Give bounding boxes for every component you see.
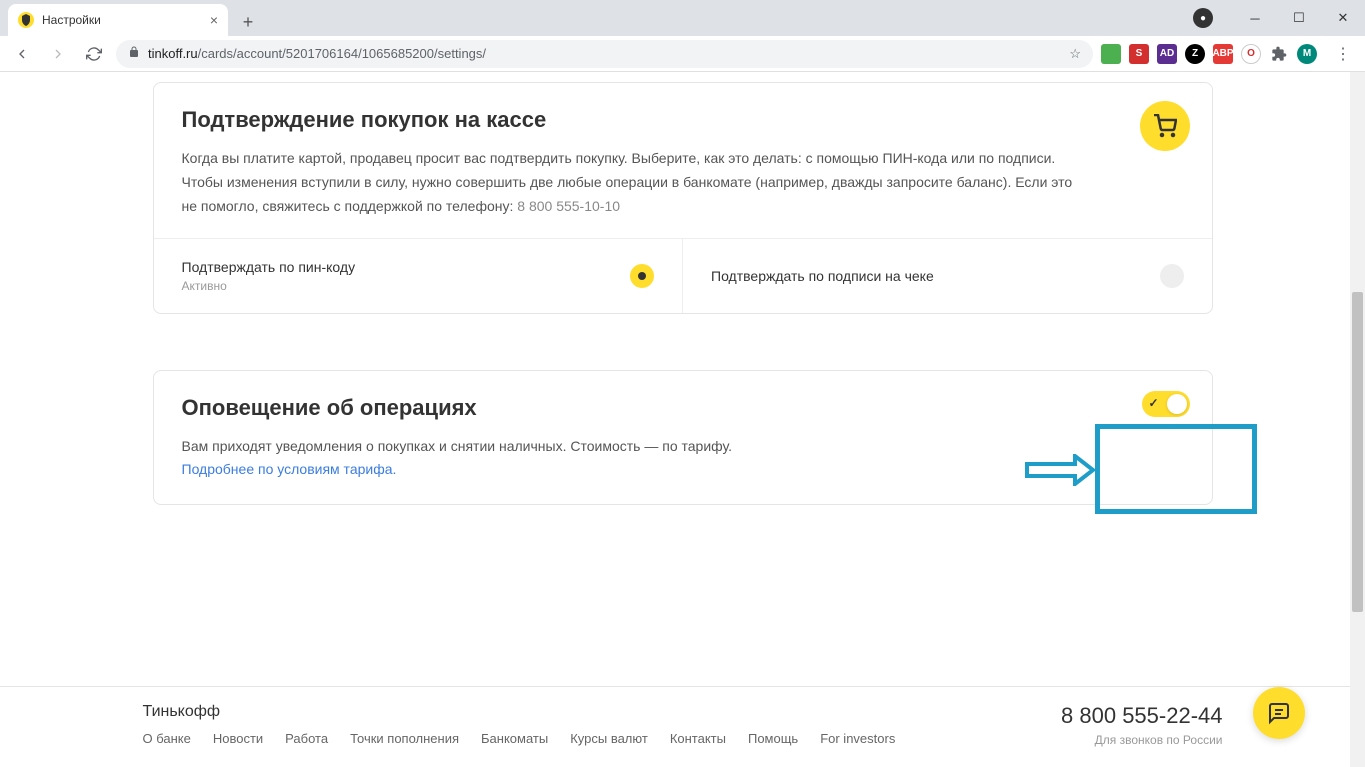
extension-5[interactable]: O [1241,44,1261,64]
option-pin-label: Подтверждать по пин-коду [182,259,356,275]
footer-link-news[interactable]: Новости [213,731,263,746]
radio-inactive-icon [1160,264,1184,288]
scrollbar-thumb[interactable] [1352,292,1363,612]
card2-desc: Вам приходят уведомления о покупках и сн… [182,435,1184,480]
chat-button[interactable] [1253,687,1305,739]
browser-toolbar: tinkoff.ru/cards/account/5201706164/1065… [0,36,1365,72]
new-tab-button[interactable]: + [234,8,262,36]
purchase-confirmation-card: Подтверждение покупок на кассе Когда вы … [153,82,1213,314]
tariff-link[interactable]: Подробнее по условиям тарифа. [182,461,397,477]
cart-icon [1140,101,1190,151]
extensions-menu-icon[interactable] [1269,44,1289,64]
support-phone: 8 800 555-10-10 [517,198,620,214]
notifications-card: Оповещение об операциях Вам приходят уве… [153,370,1213,505]
browser-menu-button[interactable]: ⋮ [1329,40,1357,68]
option-signature-label: Подтверждать по подписи на чеке [711,268,934,284]
footer-link-atm[interactable]: Банкоматы [481,731,548,746]
maximize-button[interactable]: ☐ [1277,3,1321,33]
check-icon: ✓ [1149,396,1159,410]
address-bar[interactable]: tinkoff.ru/cards/account/5201706164/1065… [116,40,1093,68]
card1-title: Подтверждение покупок на кассе [182,107,1184,133]
option-pin[interactable]: Подтверждать по пин-коду Активно [154,239,683,313]
page-content: Подтверждение покупок на кассе Когда вы … [0,72,1365,767]
extension-abp[interactable]: ABP [1213,44,1233,64]
profile-avatar[interactable]: М [1297,44,1317,64]
option-signature[interactable]: Подтверждать по подписи на чеке [682,239,1212,313]
extension-4[interactable]: Z [1185,44,1205,64]
bookmark-star-icon[interactable]: ☆ [1069,46,1081,62]
browser-tab[interactable]: Настройки × [8,4,228,36]
extension-2[interactable]: S [1129,44,1149,64]
card1-desc: Когда вы платите картой, продавец просит… [182,147,1184,218]
tinkoff-favicon [18,12,34,28]
lock-icon [128,46,140,61]
notifications-toggle[interactable]: ✓ [1142,391,1190,417]
browser-tab-bar: Настройки × + ● ─ ☐ ✕ [0,0,1365,36]
extensions-row: S AD Z ABP O М [1101,44,1321,64]
footer-link-rates[interactable]: Курсы валют [570,731,648,746]
extension-1[interactable] [1101,44,1121,64]
footer-link-contacts[interactable]: Контакты [670,731,726,746]
footer-link-investors[interactable]: For investors [820,731,895,746]
footer-link-help[interactable]: Помощь [748,731,798,746]
url-host: tinkoff.ru [148,46,198,61]
footer-phone-sub: Для звонков по России [1061,733,1222,747]
url-path: /cards/account/5201706164/1065685200/set… [198,46,486,61]
back-button[interactable] [8,40,36,68]
close-window-button[interactable]: ✕ [1321,3,1365,33]
window-controls: ● ─ ☐ ✕ [1193,0,1365,36]
page-footer: Тинькофф О банке Новости Работа Точки по… [0,686,1365,767]
minimize-button[interactable]: ─ [1233,3,1277,33]
scrollbar-track[interactable] [1350,72,1365,767]
footer-brand: Тинькофф [143,703,896,721]
account-indicator[interactable]: ● [1193,8,1213,28]
reload-button[interactable] [80,40,108,68]
extension-3[interactable]: AD [1157,44,1177,64]
forward-button[interactable] [44,40,72,68]
tab-title: Настройки [42,13,101,27]
footer-link-jobs[interactable]: Работа [285,731,328,746]
close-tab-icon[interactable]: × [210,12,218,28]
footer-nav: О банке Новости Работа Точки пополнения … [143,731,896,746]
footer-phone: 8 800 555-22-44 [1061,703,1222,729]
confirmation-options: Подтверждать по пин-коду Активно Подтвер… [154,238,1212,313]
footer-link-topup[interactable]: Точки пополнения [350,731,459,746]
footer-link-about[interactable]: О банке [143,731,191,746]
option-pin-status: Активно [182,279,356,293]
card2-title: Оповещение об операциях [182,395,1184,421]
radio-active-icon [630,264,654,288]
